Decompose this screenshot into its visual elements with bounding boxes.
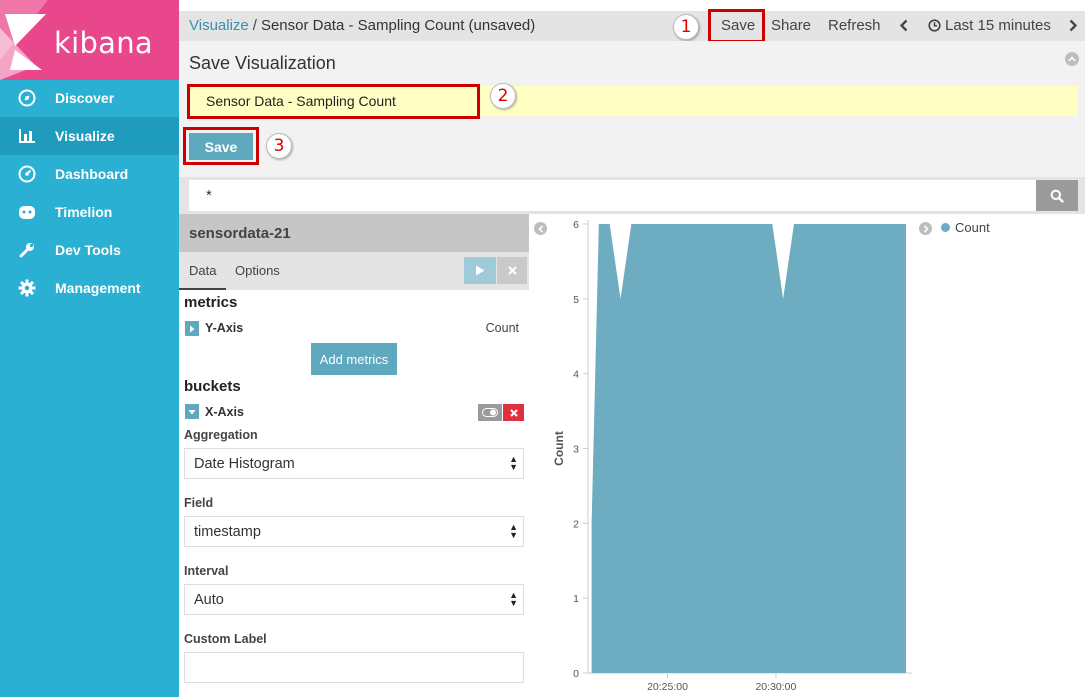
compass-icon	[18, 89, 36, 107]
annotation-marker-2: 2	[490, 83, 516, 109]
top-nav-bar: Visualize / Sensor Data - Sampling Count (…	[179, 9, 1085, 43]
caret-right-icon	[190, 325, 195, 332]
legend-color-dot	[941, 223, 950, 232]
sidebar: kibana Discover Visualize Dashboard Time…	[0, 0, 179, 697]
annotation-marker-1: 1	[673, 14, 699, 40]
editor-panel: sensordata-21 Data Options metrics Y-Axi…	[179, 214, 529, 697]
sidebar-item-dashboard[interactable]: Dashboard	[0, 155, 179, 193]
sidebar-item-label: Discover	[55, 90, 115, 106]
y-tick-label: 1	[573, 593, 579, 605]
sidebar-item-management[interactable]: Management	[0, 269, 179, 307]
area-chart: 0 1 2 3 4 5 6 20:25:00 20:30:00 Count	[552, 219, 912, 693]
refresh-menu-button[interactable]: Refresh	[828, 17, 881, 34]
search-button[interactable]	[1036, 180, 1078, 211]
sidebar-item-discover[interactable]: Discover	[0, 79, 179, 117]
sidebar-item-timelion[interactable]: Timelion	[0, 193, 179, 231]
x-axis-toggle[interactable]	[478, 404, 502, 421]
sidebar-item-label: Management	[55, 280, 141, 296]
aggregation-select-value: Date Histogram	[194, 456, 295, 472]
add-metrics-button[interactable]: Add metrics	[311, 343, 397, 375]
custom-label-label: Custom Label	[184, 632, 267, 646]
gear-icon	[18, 279, 36, 297]
field-select-value: timestamp	[194, 524, 261, 540]
clock-icon	[928, 19, 941, 36]
collapse-up-icon[interactable]	[1065, 52, 1079, 66]
legend-item-count: Count	[955, 220, 990, 235]
sidebar-item-label: Visualize	[55, 128, 115, 144]
save-confirm-button[interactable]: Save	[189, 133, 253, 160]
y-axis-expand-button[interactable]	[185, 321, 199, 336]
query-bar: *	[179, 177, 1085, 214]
chart-area: Count 0 1 2 3 4 5 6 20:25:00 20:30:00 Count	[529, 214, 1085, 697]
index-pattern-title: sensordata-21	[179, 214, 529, 252]
time-forward-icon[interactable]	[1069, 19, 1078, 36]
interval-select[interactable]: Auto ▲ ▼	[184, 584, 524, 615]
x-tick-label: 20:30:00	[755, 681, 796, 693]
y-tick-label: 3	[573, 444, 579, 456]
y-tick-label: 5	[573, 294, 579, 306]
sidebar-item-label: Dashboard	[55, 166, 129, 182]
dashboard-icon	[18, 165, 36, 183]
field-label: Field	[184, 496, 214, 510]
tab-options[interactable]: Options	[235, 263, 280, 278]
wrench-icon	[18, 241, 36, 259]
apply-changes-button[interactable]	[464, 257, 496, 284]
interval-label: Interval	[184, 564, 229, 578]
close-icon	[507, 266, 517, 275]
share-menu-button[interactable]: Share	[771, 17, 811, 34]
search-input[interactable]: *	[189, 180, 1036, 211]
y-tick-label: 4	[573, 369, 579, 381]
y-axis-aggregation: Count	[485, 321, 519, 335]
kibana-logo[interactable]: kibana	[0, 0, 179, 80]
y-axis-label[interactable]: Y-Axis	[205, 321, 243, 335]
sidebar-item-label: Dev Tools	[55, 242, 121, 258]
remove-icon	[509, 408, 518, 417]
sidebar-item-label: Timelion	[55, 204, 113, 220]
buckets-heading: buckets	[184, 378, 241, 395]
discard-changes-button[interactable]	[497, 257, 527, 284]
aggregation-label: Aggregation	[184, 428, 258, 442]
x-axis-collapse-button[interactable]	[185, 404, 199, 419]
aggregation-select[interactable]: Date Histogram ▲ ▼	[184, 448, 524, 479]
tab-data[interactable]: Data	[179, 252, 227, 290]
save-button-highlight: Save	[183, 127, 259, 165]
series-area-count	[591, 224, 906, 673]
select-arrows-icon: ▲ ▼	[509, 454, 518, 472]
save-panel-title: Save Visualization	[189, 53, 336, 73]
y-tick-label: 6	[573, 219, 579, 231]
sidebar-item-dev-tools[interactable]: Dev Tools	[0, 231, 179, 269]
bar-chart-icon	[18, 127, 36, 145]
breadcrumb-current: Sensor Data - Sampling Count (unsaved)	[260, 17, 536, 34]
y-tick-label: 2	[573, 518, 579, 530]
search-icon	[1050, 189, 1064, 203]
save-menu-button[interactable]: Save	[721, 17, 755, 34]
select-arrows-icon: ▲ ▼	[509, 590, 518, 608]
caret-down-icon	[188, 409, 196, 414]
metrics-heading: metrics	[184, 294, 238, 311]
timelion-icon	[18, 203, 36, 221]
select-arrows-icon: ▲ ▼	[509, 522, 518, 540]
field-select[interactable]: timestamp ▲ ▼	[184, 516, 524, 547]
toggle-icon	[482, 408, 498, 417]
time-picker-button[interactable]: Last 15 minutes	[945, 17, 1051, 34]
visualization-name-input[interactable]: Sensor Data - Sampling Count	[187, 84, 480, 119]
editor-tabs: Data Options	[179, 252, 529, 290]
y-axis-title: Count	[552, 431, 566, 466]
x-axis-label[interactable]: X-Axis	[205, 405, 244, 419]
interval-select-value: Auto	[194, 592, 224, 608]
time-back-icon[interactable]	[899, 19, 908, 36]
breadcrumb-visualize-link[interactable]: Visualize	[189, 17, 249, 34]
save-visualization-panel: Save Visualization Sensor Data - Samplin…	[179, 41, 1085, 177]
breadcrumb: Visualize / Sensor Data - Sampling Count (…	[189, 17, 535, 34]
x-axis-remove-button[interactable]	[503, 404, 524, 421]
y-tick-label: 0	[573, 668, 579, 680]
chart-legend[interactable]: Count	[941, 220, 990, 235]
play-icon	[476, 265, 485, 276]
sidebar-item-visualize[interactable]: Visualize	[0, 117, 179, 155]
custom-label-input[interactable]	[184, 652, 524, 683]
x-tick-label: 20:25:00	[647, 681, 688, 693]
breadcrumb-separator: /	[252, 17, 257, 34]
logo-text: kibana	[54, 26, 153, 60]
annotation-marker-3: 3	[266, 133, 292, 159]
